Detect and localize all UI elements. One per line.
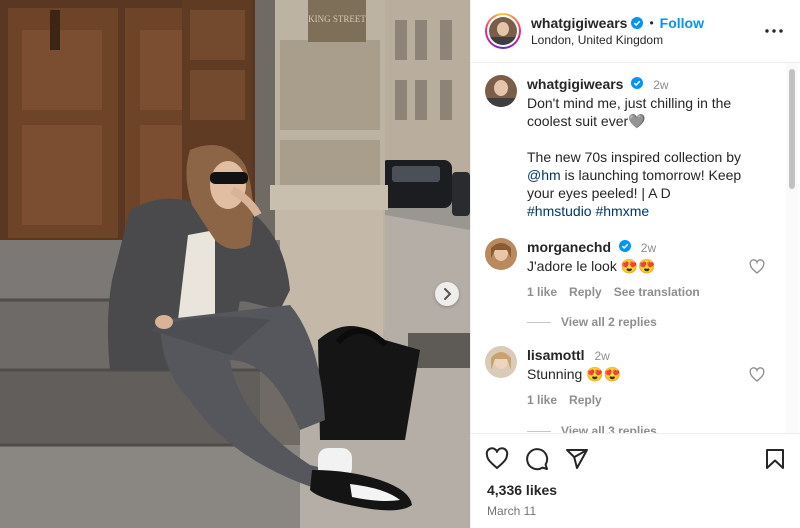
heart-icon[interactable] xyxy=(485,447,509,471)
more-options-button[interactable] xyxy=(762,19,786,43)
likes-count[interactable]: 4,336 likes xyxy=(471,474,800,498)
caption-avatar[interactable] xyxy=(485,75,517,107)
comment-username[interactable]: morganechd xyxy=(527,239,611,255)
caption-line: The new 70s inspired collection by xyxy=(527,149,742,165)
caption-time[interactable]: 2w xyxy=(653,78,668,92)
comments-list[interactable]: whatgigiwears 2w Don't mind me, just chi… xyxy=(471,63,781,433)
caption-line: is launching tomorrow! Keep xyxy=(560,167,742,183)
caption-username[interactable]: whatgigiwears xyxy=(527,76,623,92)
post-header: whatgigiwears • Follow London, United Ki… xyxy=(471,0,800,63)
comment-time[interactable]: 2w xyxy=(594,349,609,363)
caption-line: coolest suit ever🩶 xyxy=(527,113,646,129)
hashtag-link[interactable]: #hmxme xyxy=(595,203,649,219)
next-photo-button[interactable] xyxy=(435,282,459,306)
comment-text: J'adore le look 😍😍 xyxy=(527,258,656,274)
reply-button[interactable]: Reply xyxy=(569,283,602,301)
street-sign-text: KING STREET xyxy=(308,14,366,24)
verified-badge-icon xyxy=(618,240,631,252)
scrollbar-thumb[interactable] xyxy=(789,69,795,189)
comment-username[interactable]: lisamottl xyxy=(527,347,585,363)
view-replies-label: View all 2 replies xyxy=(561,315,657,329)
verified-badge-icon xyxy=(631,17,644,29)
view-replies-button[interactable]: View all 3 replies xyxy=(527,424,657,433)
story-ring[interactable] xyxy=(485,13,521,49)
comments-scrollbar[interactable] xyxy=(786,63,798,433)
follow-button[interactable]: Follow xyxy=(660,15,704,31)
comment-item: lisamottl 2w Stunning 😍😍 1 like Reply xyxy=(485,346,775,409)
photo-scene: KING STREET xyxy=(0,0,470,528)
comment-icon[interactable] xyxy=(525,447,549,471)
post-footer: 4,336 likes March 11 xyxy=(471,433,800,528)
chevron-right-icon xyxy=(442,288,452,300)
verified-badge-icon xyxy=(631,77,644,89)
mention-link[interactable]: @hm xyxy=(527,167,561,183)
caption-line: Don't mind me, just chilling in the xyxy=(527,95,732,111)
action-bar xyxy=(471,434,800,474)
view-replies-button[interactable]: View all 2 replies xyxy=(527,315,657,329)
see-translation-button[interactable]: See translation xyxy=(614,283,700,301)
comment-time[interactable]: 2w xyxy=(641,241,656,255)
caption: whatgigiwears 2w Don't mind me, just chi… xyxy=(485,75,775,220)
comment-text: Stunning 😍😍 xyxy=(527,366,622,382)
avatar xyxy=(489,17,517,45)
post-photo[interactable]: KING STREET xyxy=(0,0,470,528)
reply-button[interactable]: Reply xyxy=(569,391,602,409)
author-username[interactable]: whatgigiwears xyxy=(531,15,627,31)
heart-icon[interactable] xyxy=(749,367,765,383)
comment-item: morganechd 2w J'adore le look 😍😍 1 like … xyxy=(485,238,775,301)
post-date[interactable]: March 11 xyxy=(471,498,800,518)
comment-avatar[interactable] xyxy=(485,238,517,270)
hashtag-link[interactable]: #hmstudio xyxy=(527,203,592,219)
separator-dot: • xyxy=(649,16,654,30)
share-icon[interactable] xyxy=(565,447,589,471)
post-location[interactable]: London, United Kingdom xyxy=(531,33,762,47)
more-options-icon xyxy=(765,29,783,33)
bookmark-icon[interactable] xyxy=(763,447,787,471)
comment-likes[interactable]: 1 like xyxy=(527,391,557,409)
heart-icon[interactable] xyxy=(749,259,765,275)
comment-likes[interactable]: 1 like xyxy=(527,283,557,301)
post-sidebar: whatgigiwears • Follow London, United Ki… xyxy=(470,0,800,528)
view-replies-label: View all 3 replies xyxy=(561,424,657,433)
caption-line: your eyes peeled! | A D xyxy=(527,185,671,201)
comment-avatar[interactable] xyxy=(485,346,517,378)
post-dialog: KING STREET whatgigiwears • Follow Londo… xyxy=(0,0,800,528)
